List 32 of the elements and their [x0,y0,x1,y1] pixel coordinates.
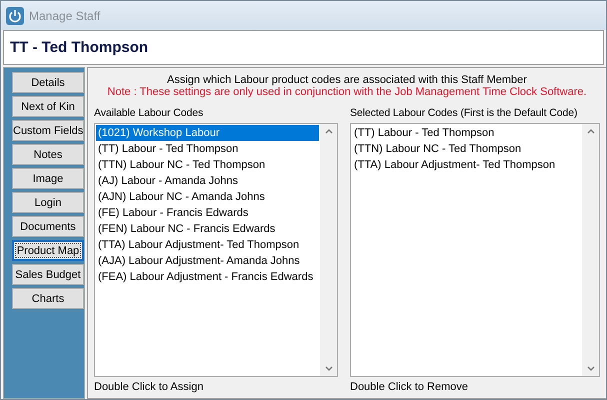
instruction-text: Assign which Labour product codes are associated with this Staff Member [166,74,528,86]
hint-text: Double Click to Remove [350,381,469,393]
list-item[interactable]: (1021) Workshop Labour [96,125,319,141]
nav-button[interactable]: Charts [12,288,84,309]
list-item[interactable]: (FEN) Labour NC - Francis Edwards [96,221,319,237]
hint-text: Double Click to Assign [94,381,204,393]
list-item[interactable]: (TT) Labour - Ted Thompson [96,141,319,157]
code-list[interactable]: (TT) Labour - Ted Thompson (TTN) Labour NC - Ted Thompson (TTA) Labour Adjustment- Ted Thompson [350,123,600,377]
nav-button[interactable]: Custom Fields [12,120,84,141]
staff-title: TT - Ted Thompson [10,39,148,56]
list-item[interactable]: (FE) Labour - Francis Edwards [96,205,319,221]
nav-button[interactable]: Sales Budget [12,264,84,285]
list-item[interactable]: (TTA) Labour Adjustment- Ted Thompson [352,157,581,173]
list-item[interactable]: (TT) Labour - Ted Thompson [352,125,581,141]
note-text: Note : These settings are only used in conjunction with the Job Management Time Clock Software. [106,86,588,98]
nav-button[interactable]: Documents [12,216,84,237]
nav-button[interactable]: Login [12,192,84,213]
list-item[interactable]: (AJ) Labour - Amanda Johns [96,173,319,189]
nav-button[interactable]: Notes [12,144,84,165]
nav-button[interactable]: Next of Kin [12,96,84,117]
nav-button[interactable]: Image [12,168,84,189]
list-item[interactable]: (TTA) Labour Adjustment- Ted Thompson [96,237,319,253]
list-item[interactable]: (FEA) Labour Adjustment - Francis Edwards [96,269,319,285]
list-label: Available Labour Codes [94,107,204,121]
list-item[interactable]: (AJA) Labour Adjustment- Amanda Johns [96,253,319,269]
nav-button[interactable]: Product Map [12,240,84,261]
list-label: Selected Labour Codes (First is the Default Code) [350,107,578,121]
list-item[interactable]: (TTN) Labour NC - Ted Thompson [352,141,581,157]
list-item[interactable]: (TTN) Labour NC - Ted Thompson [96,157,319,173]
window-title: Manage Staff [29,8,100,22]
nav-button[interactable]: Details [12,72,84,93]
list-item[interactable]: (AJN) Labour NC - Amanda Johns [96,189,319,205]
